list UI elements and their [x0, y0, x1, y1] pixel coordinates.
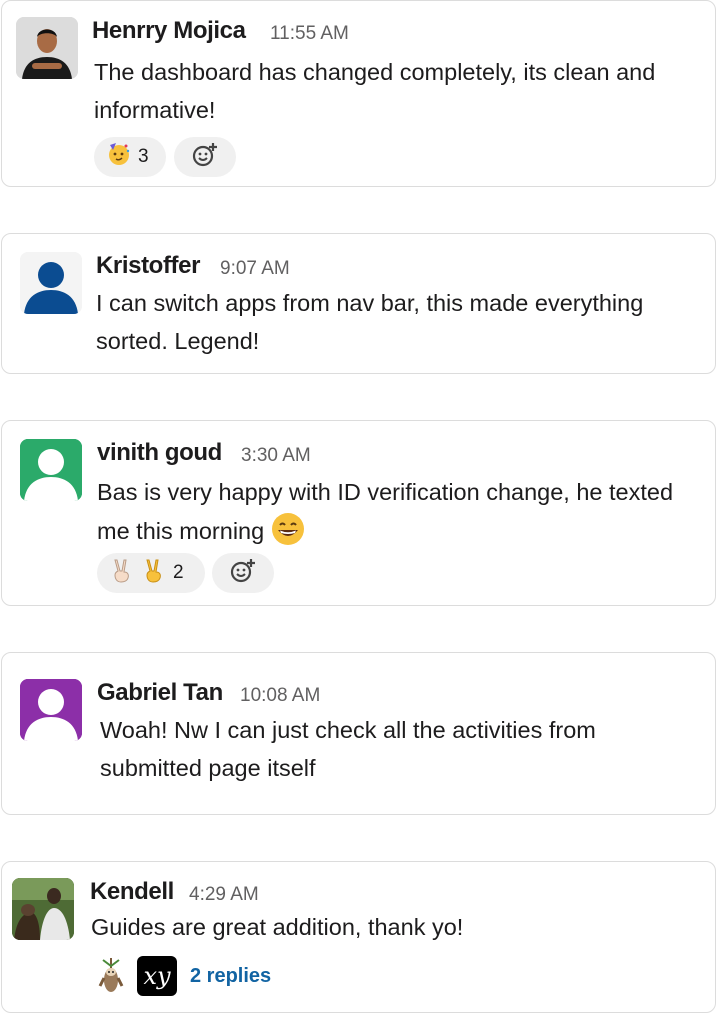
reply-avatar[interactable]: xy — [137, 956, 177, 996]
message-text: Guides are great addition, thank yo! — [91, 914, 464, 940]
message-card: Kristoffer 9:07 AM I can switch apps fro… — [1, 233, 716, 374]
reaction-count: 3 — [138, 146, 149, 167]
message-text: Woah! Nw I can just check all the activi… — [100, 717, 596, 781]
sender-name[interactable]: Henrry Mojica — [92, 17, 246, 45]
avatar[interactable] — [12, 878, 74, 940]
timestamp[interactable]: 9:07 AM — [220, 258, 290, 280]
avatar[interactable] — [20, 679, 82, 741]
message-card: Gabriel Tan 10:08 AM Woah! Nw I can just… — [1, 652, 716, 815]
grinning-face-icon — [270, 511, 306, 558]
reaction-count: 2 — [173, 562, 184, 583]
partying-face-icon — [106, 141, 132, 173]
add-reaction-icon — [191, 141, 219, 174]
message-card: Kendell 4:29 AM Guides are great additio… — [1, 861, 716, 1013]
thread-replies-link[interactable]: 2 replies — [190, 965, 271, 988]
message-text: Bas is very happy with ID verification c… — [97, 473, 697, 558]
timestamp[interactable]: 10:08 AM — [240, 685, 320, 707]
sloth-avatar-icon — [98, 958, 124, 992]
add-reaction-button[interactable] — [212, 553, 274, 593]
sender-name[interactable]: Kendell — [90, 878, 174, 906]
message-text: I can switch apps from nav bar, this mad… — [96, 290, 644, 354]
avatar[interactable] — [20, 439, 82, 501]
timestamp[interactable]: 3:30 AM — [241, 445, 311, 467]
reaction-pill[interactable]: 2 — [97, 553, 205, 593]
avatar[interactable] — [20, 252, 82, 314]
message-card: Henrry Mojica 11:55 AM The dashboard has… — [1, 0, 716, 187]
sender-name[interactable]: Kristoffer — [96, 252, 200, 280]
timestamp[interactable]: 4:29 AM — [189, 884, 259, 906]
victory-hand-icon — [141, 557, 167, 589]
victory-hand-icon — [109, 557, 135, 589]
message-text: The dashboard has changed completely, it… — [94, 59, 656, 123]
add-reaction-icon — [229, 557, 257, 590]
reply-avatar[interactable] — [91, 956, 131, 996]
reply-avatar-text: xy — [143, 962, 171, 990]
message-card: vinith goud 3:30 AM Bas is very happy wi… — [1, 420, 716, 606]
sender-name[interactable]: Gabriel Tan — [97, 679, 223, 707]
avatar[interactable] — [16, 17, 78, 79]
timestamp[interactable]: 11:55 AM — [270, 23, 349, 45]
sender-name[interactable]: vinith goud — [97, 439, 222, 467]
message-text-content: Bas is very happy with ID verification c… — [97, 479, 674, 544]
add-reaction-button[interactable] — [174, 137, 236, 177]
reaction-pill[interactable]: 3 — [94, 137, 166, 177]
